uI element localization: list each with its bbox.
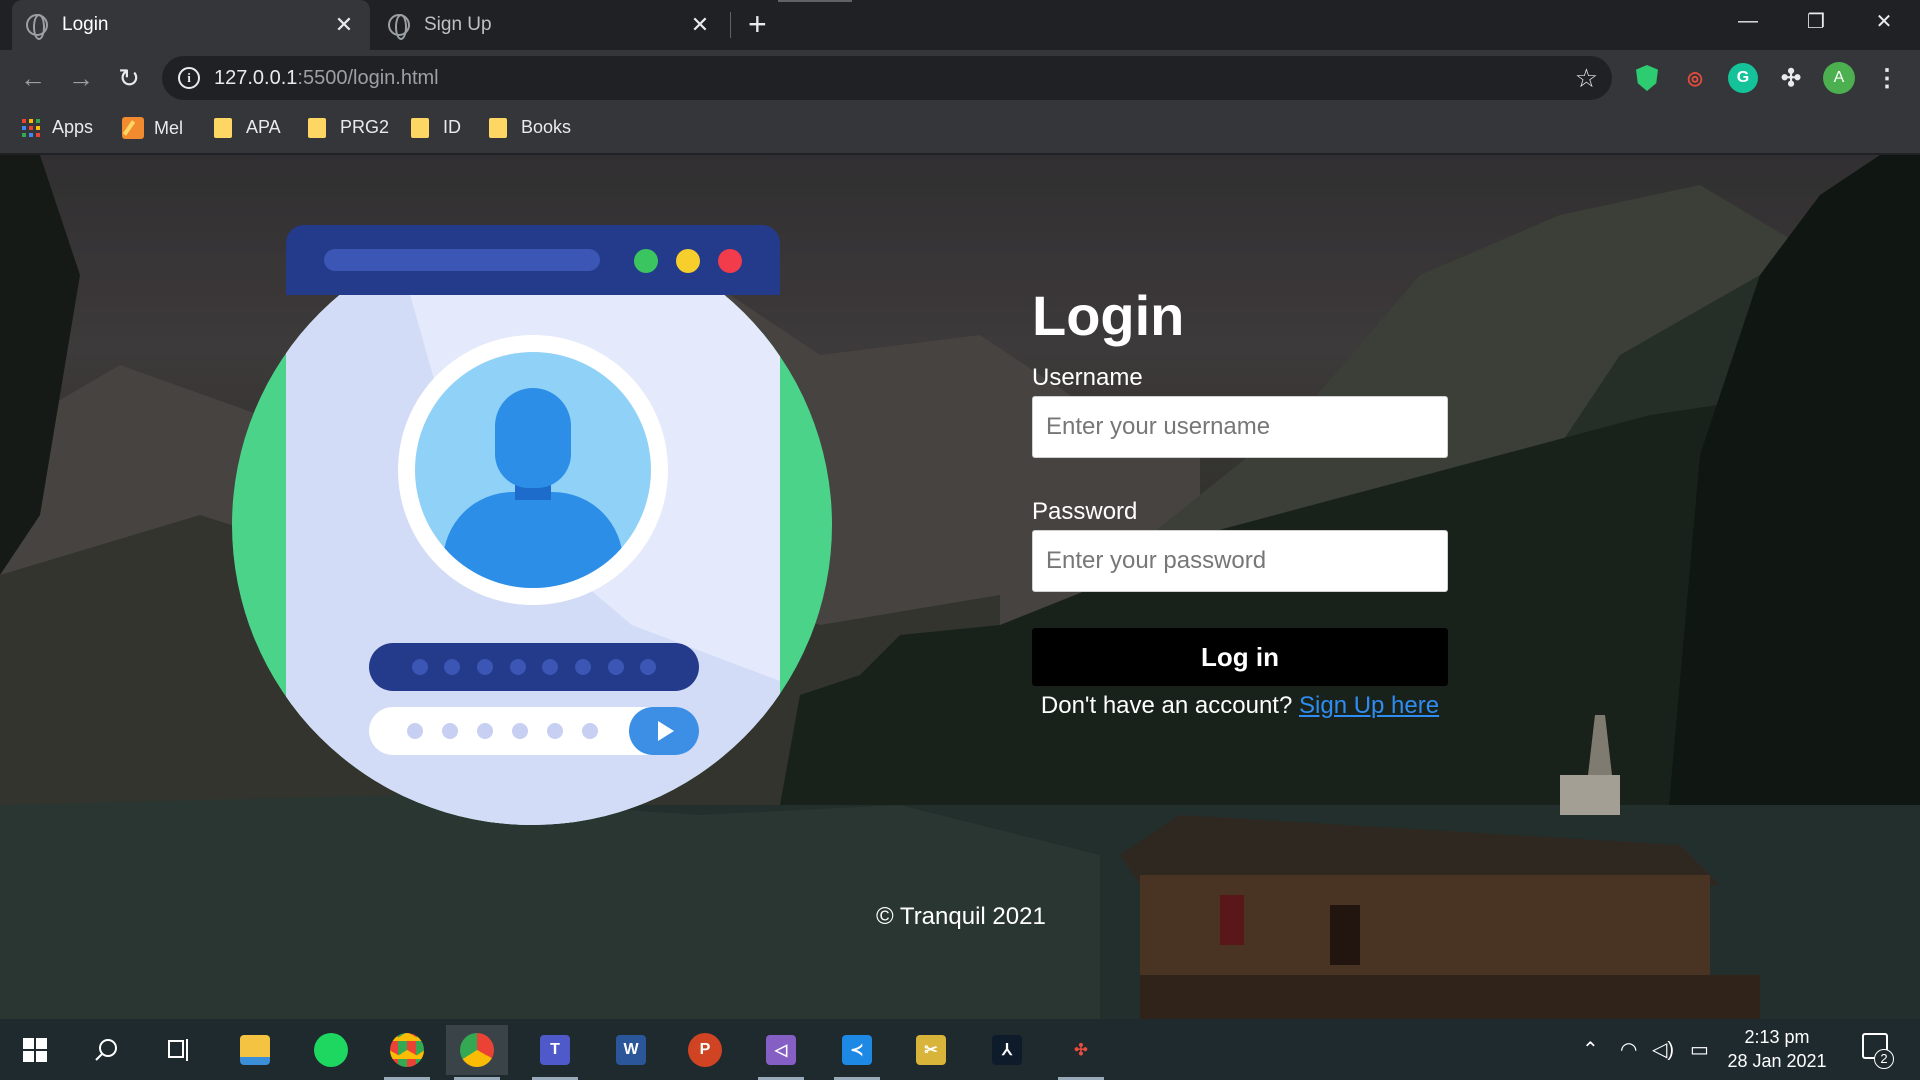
grammarly-icon[interactable]: G (1728, 63, 1758, 93)
signup-prompt-text: Don't have an account? (1040, 692, 1293, 719)
bookmark-label: Mel (154, 117, 184, 138)
login-illustration (232, 225, 834, 825)
git-icon[interactable]: ✣ (1050, 1025, 1112, 1080)
tab-signup[interactable]: Sign Up ✕ (374, 0, 726, 50)
window-titlebar (286, 225, 780, 295)
bookmark-label: ID (443, 117, 461, 137)
username-label: Username (1032, 364, 1143, 391)
extensions-puzzle-icon[interactable]: ✣ (1776, 63, 1806, 93)
url-text: 127.0.0.1:5500/login.html (214, 67, 439, 90)
snipping-tool-icon[interactable]: ✂ (900, 1025, 962, 1075)
username-input[interactable] (1032, 396, 1448, 458)
folder-icon (489, 117, 507, 138)
wifi-icon[interactable]: ◠ (1620, 1019, 1637, 1080)
bookmarks-bar: Apps Mel APA PRG2 ID Books (0, 106, 1920, 154)
page-viewport: Login Username Password Log in Don't hav… (0, 155, 1920, 1019)
yellow-dot-icon (676, 249, 700, 273)
notepad-icon (122, 117, 144, 139)
address-pill (324, 249, 600, 271)
password-dots-bar (369, 643, 699, 691)
apps-grid-icon (22, 118, 40, 137)
clock-date: 28 Jan 2021 (1727, 1051, 1827, 1071)
file-explorer-icon[interactable] (224, 1025, 286, 1075)
site-info-icon[interactable]: i (178, 67, 200, 89)
restore-button[interactable]: ❐ (1786, 0, 1846, 42)
windows-start-icon[interactable] (4, 1025, 66, 1075)
spotify-icon[interactable] (300, 1025, 362, 1075)
battery-icon[interactable]: ▭ (1690, 1019, 1709, 1080)
globe-icon (388, 14, 410, 40)
system-clock[interactable]: 2:13 pm 28 Jan 2021 (1722, 1025, 1832, 1073)
bookmark-apps[interactable]: Apps (22, 117, 93, 138)
browser-tabstrip: Login ✕ Sign Up ✕ + — ❐ ✕ (0, 0, 1920, 50)
signup-prompt: Don't have an account? Sign Up here (1032, 692, 1448, 720)
url-host: 127.0.0.1 (214, 66, 298, 89)
password-input[interactable] (1032, 530, 1448, 592)
login-form: Login Username Password Log in Don't hav… (1032, 283, 1448, 720)
new-tab-button[interactable]: + (748, 6, 767, 43)
windows-taskbar: T W P ◁ ≺ ✂ ⅄ ✣ ⌃ ◠ ◁) ▭ 2:13 pm 28 Jan … (0, 1019, 1920, 1080)
play-arrow-icon (629, 707, 699, 755)
back-button[interactable]: ← (14, 59, 52, 97)
search-icon[interactable] (76, 1025, 138, 1075)
teams-icon[interactable]: T (524, 1025, 586, 1080)
avatar-head (495, 388, 571, 488)
bookmark-label: Books (521, 117, 572, 137)
bookmark-mel[interactable]: Mel (122, 117, 183, 139)
green-dot-icon (634, 249, 658, 273)
url-path: :5500/login.html (297, 66, 439, 89)
vscode-icon[interactable]: ≺ (826, 1025, 888, 1080)
tab-separator (730, 12, 731, 38)
browser-menu-icon[interactable]: ⋮ (1872, 63, 1902, 93)
input-dots-bar (369, 707, 699, 755)
globe-icon (26, 14, 48, 40)
login-button[interactable]: Log in (1032, 628, 1448, 686)
visual-studio-icon[interactable]: ◁ (750, 1025, 812, 1080)
bookmark-id[interactable]: ID (411, 117, 461, 138)
notification-count-badge: 2 (1874, 1049, 1894, 1069)
tab-close-icon[interactable]: ✕ (332, 12, 356, 38)
minimize-button[interactable]: — (1718, 0, 1778, 42)
tab-login[interactable]: Login ✕ (12, 0, 370, 50)
browser-toolbar: ← → ↻ i 127.0.0.1:5500/login.html ☆ ◎ G … (0, 50, 1920, 106)
powerpoint-icon[interactable]: P (674, 1025, 736, 1075)
red-dot-icon (718, 249, 742, 273)
password-label: Password (1032, 498, 1138, 525)
page-footer: © Tranquil 2021 (876, 903, 1046, 930)
word-icon[interactable]: W (600, 1025, 662, 1075)
bookmark-label: APA (246, 117, 281, 137)
extension-glasses-icon[interactable]: ◎ (1680, 63, 1710, 93)
folder-icon (214, 117, 232, 138)
adblock-shield-icon[interactable] (1632, 63, 1662, 93)
chrome-icon[interactable] (376, 1025, 438, 1080)
chrome-profile-icon[interactable] (446, 1025, 508, 1080)
avatar-body (443, 492, 623, 588)
tab-title: Sign Up (424, 14, 492, 35)
volume-icon[interactable]: ◁) (1652, 1019, 1674, 1080)
clock-time: 2:13 pm (1744, 1027, 1810, 1047)
reload-button[interactable]: ↻ (110, 59, 148, 97)
bookmark-star-icon[interactable]: ☆ (1575, 63, 1598, 94)
tab-title: Login (62, 14, 109, 35)
tab-drag-indicator (778, 0, 852, 2)
close-window-button[interactable]: ✕ (1854, 0, 1914, 42)
bookmark-apa[interactable]: APA (214, 117, 281, 138)
tab-close-icon[interactable]: ✕ (688, 12, 712, 38)
task-view-icon[interactable] (148, 1025, 210, 1075)
forward-button[interactable]: → (62, 59, 100, 97)
signup-link[interactable]: Sign Up here (1299, 692, 1439, 719)
page-title: Login (1032, 284, 1185, 347)
folder-icon (411, 117, 429, 138)
address-bar[interactable]: i 127.0.0.1:5500/login.html ☆ (162, 56, 1612, 100)
user-avatar-icon (415, 352, 651, 588)
show-hidden-icons-icon[interactable]: ⌃ (1582, 1019, 1599, 1080)
bookmark-books[interactable]: Books (489, 117, 571, 138)
bookmark-label: Apps (52, 117, 94, 137)
bookmark-label: PRG2 (340, 117, 390, 137)
profile-avatar[interactable]: A (1823, 62, 1855, 94)
bookmark-prg2[interactable]: PRG2 (308, 117, 389, 138)
acrobat-icon[interactable]: ⅄ (976, 1025, 1038, 1075)
folder-icon (308, 117, 326, 138)
